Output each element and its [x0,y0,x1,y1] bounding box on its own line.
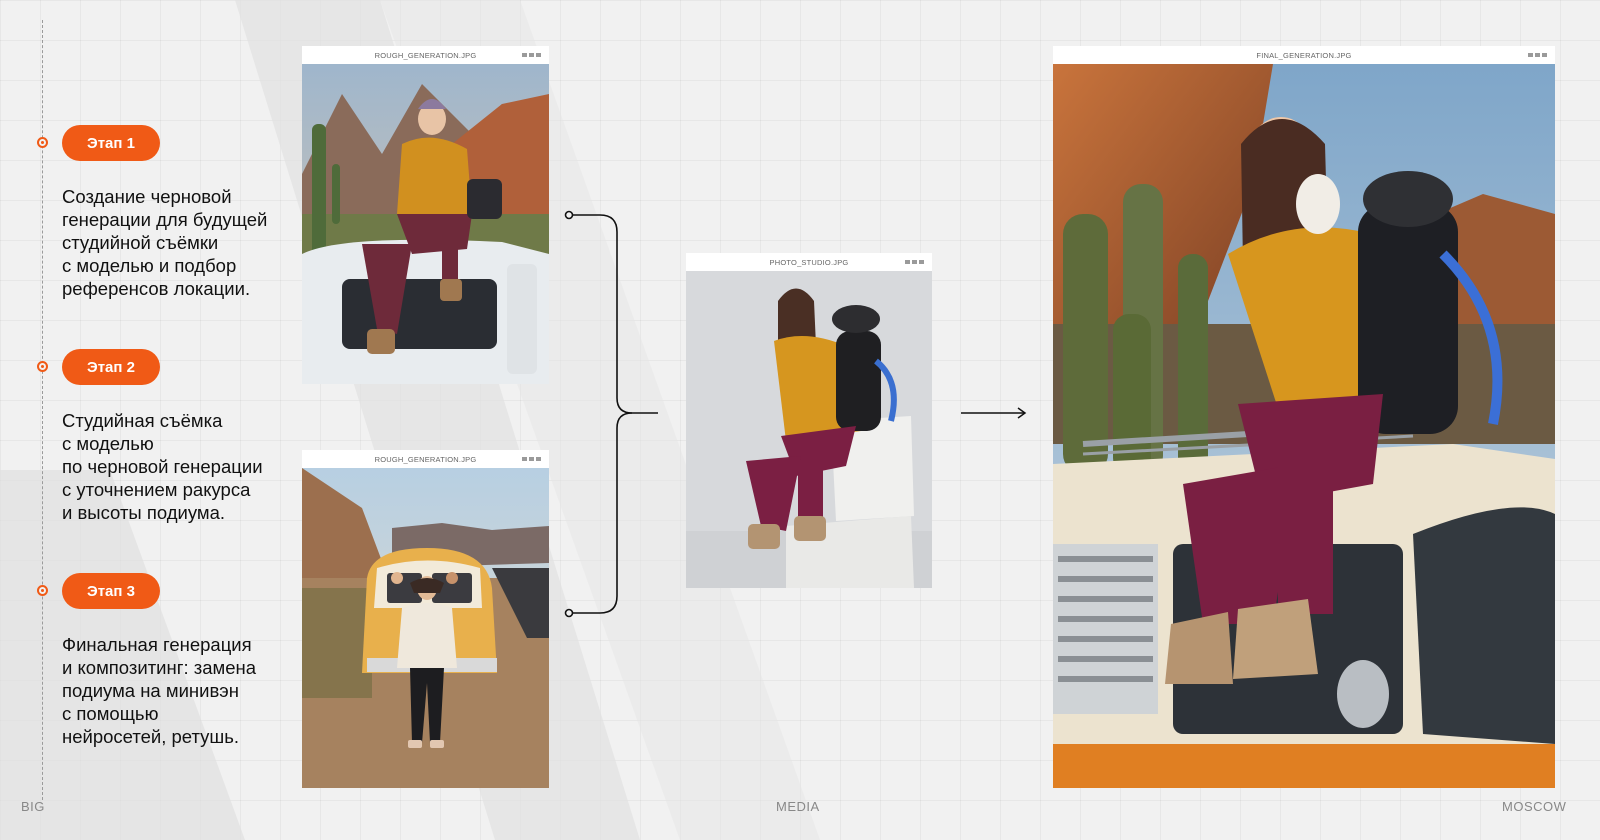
window-menu-icon [522,457,541,461]
window-title-bar: ROUGH_GENERATION.JPG [302,450,549,468]
stage-1-badge: Этап 1 [62,125,160,161]
stage-2-description: Студийная съёмка с моделью по черновой г… [62,410,263,523]
window-menu-icon [905,260,924,264]
window-title: ROUGH_GENERATION.JPG [374,454,477,464]
stage-1-description: Создание черновой генерации для будущей … [62,186,268,299]
final-generation-photo [1053,64,1555,788]
window-title: PHOTO_STUDIO.JPG [769,257,849,267]
timeline-marker-2 [37,361,48,372]
window-menu-icon [1528,53,1547,57]
rough-generation-photo-1 [302,64,549,384]
stage-2-badge: Этап 2 [62,349,160,385]
timeline-marker-1 [37,137,48,148]
footer-left-label: BIG [21,799,45,814]
stage-3-description: Финальная генерация и композитинг: замен… [62,634,257,747]
rough-generation-window-1: ROUGH_GENERATION.JPG [302,46,549,384]
stage-3-badge: Этап 3 [62,573,160,609]
rough-generation-window-2: ROUGH_GENERATION.JPG [302,450,549,788]
window-title: ROUGH_GENERATION.JPG [374,50,477,60]
window-menu-icon [522,53,541,57]
window-title: FINAL_GENERATION.JPG [1256,50,1352,60]
timeline-marker-3 [37,585,48,596]
photo-studio-photo [686,271,932,588]
photo-studio-window: PHOTO_STUDIO.JPG [686,253,932,588]
window-title-bar: FINAL_GENERATION.JPG [1053,46,1555,64]
footer-center-label: MEDIA [776,799,820,814]
final-generation-window: FINAL_GENERATION.JPG [1053,46,1555,788]
window-title-bar: PHOTO_STUDIO.JPG [686,253,932,271]
rough-generation-photo-2 [302,468,549,788]
footer-right-label: MOSCOW [1502,799,1567,814]
window-title-bar: ROUGH_GENERATION.JPG [302,46,549,64]
